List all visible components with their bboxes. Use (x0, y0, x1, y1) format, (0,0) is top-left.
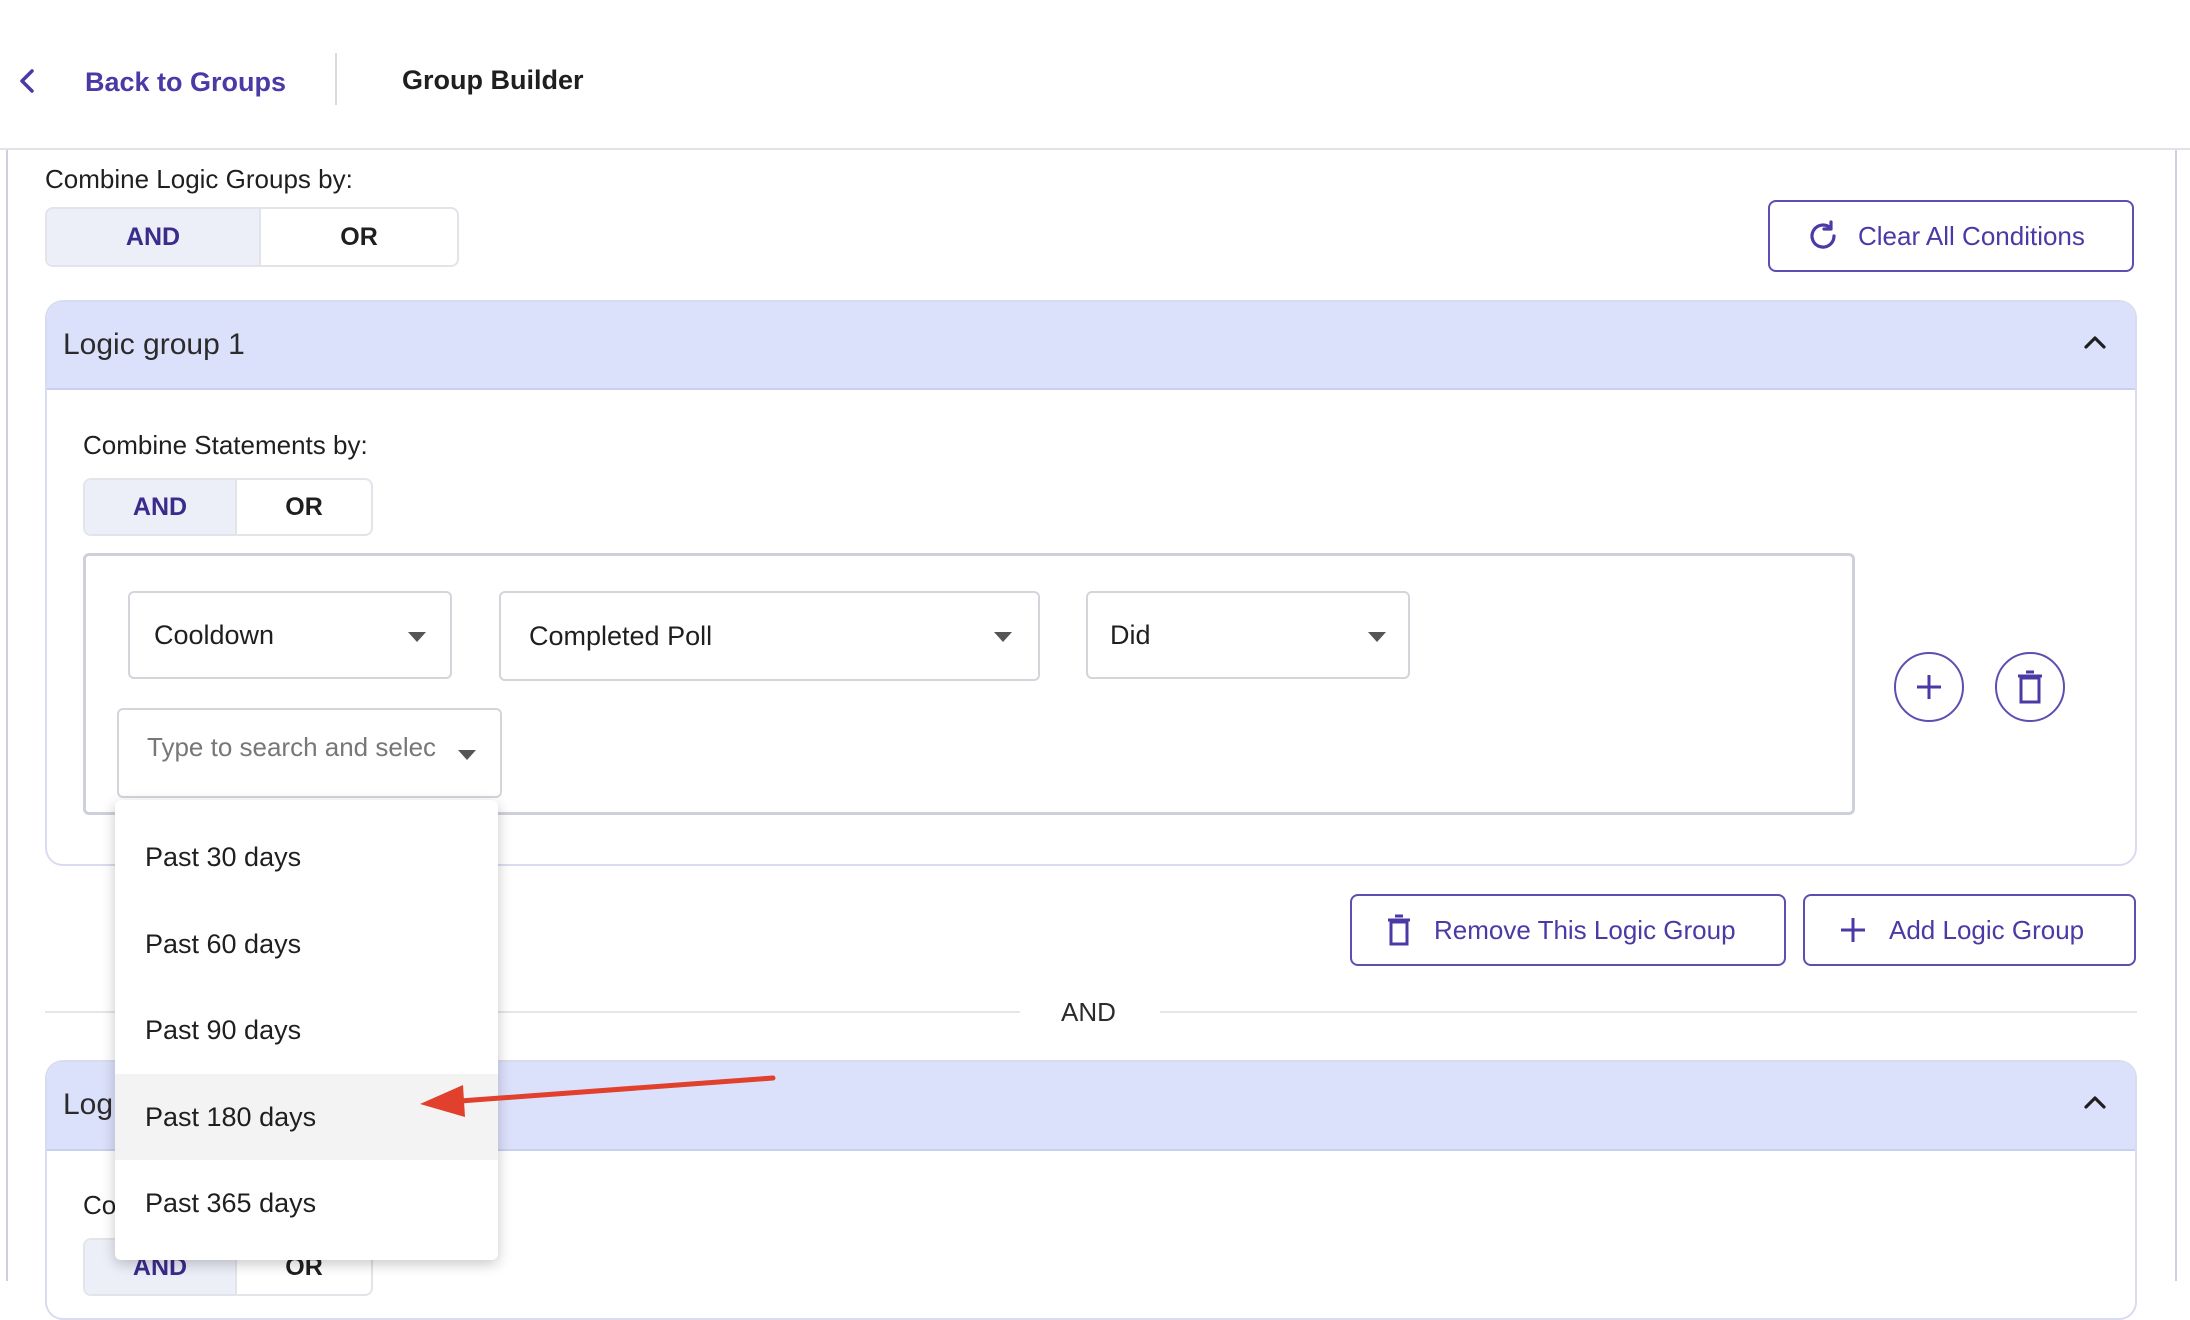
page-title: Group Builder (402, 65, 584, 95)
option-past-60-days[interactable]: Past 60 days (115, 901, 498, 987)
header-divider (335, 53, 337, 105)
cooldown-select[interactable]: Cooldown (128, 591, 452, 679)
did-select-value: Did (1110, 619, 1151, 650)
refresh-icon (1810, 220, 1836, 249)
combine-groups-and[interactable]: AND (47, 209, 259, 265)
back-to-groups-link[interactable]: Back to Groups (85, 67, 286, 98)
remove-logic-group-button[interactable]: Remove This Logic Group (1350, 894, 1786, 966)
caret-down-icon (994, 632, 1012, 642)
combine-groups-toggle: AND OR (45, 207, 459, 267)
time-range-dropdown: Past 30 days Past 60 days Past 90 days P… (115, 800, 498, 1260)
combine-statements-label: Combine Statements by: (83, 430, 368, 460)
logic-group-2-title: Log (63, 1088, 114, 1121)
event-select-value: Completed Poll (529, 620, 713, 651)
add-statement-button[interactable] (1894, 652, 1964, 722)
add-logic-group-label: Add Logic Group (1889, 914, 2085, 945)
option-past-90-days[interactable]: Past 90 days (115, 987, 498, 1073)
delete-statement-button[interactable] (1995, 652, 2065, 722)
combine-groups-label: Combine Logic Groups by: (45, 164, 353, 194)
plus-icon (1841, 918, 1865, 942)
time-range-search-input[interactable] (147, 732, 437, 763)
logic-group-2-combine-label: Co (83, 1190, 117, 1220)
logic-group-1-header[interactable]: Logic group 1 (47, 302, 2135, 390)
caret-down-icon (1368, 632, 1386, 642)
caret-down-icon (458, 750, 476, 760)
cooldown-select-value: Cooldown (154, 619, 275, 650)
trash-icon (1388, 914, 1410, 946)
option-past-30-days[interactable]: Past 30 days (115, 814, 498, 900)
logic-group-1-title: Logic group 1 (63, 328, 245, 361)
chevron-up-icon[interactable] (2081, 328, 2109, 356)
caret-down-icon (408, 632, 426, 642)
clear-all-conditions-button[interactable]: Clear All Conditions (1768, 200, 2134, 272)
option-past-365-days[interactable]: Past 365 days (115, 1160, 498, 1246)
trash-icon (2018, 670, 2042, 704)
event-select[interactable]: Completed Poll (499, 591, 1040, 681)
remove-logic-group-label: Remove This Logic Group (1434, 914, 1736, 945)
plus-icon (1917, 675, 1941, 699)
statement-row: Cooldown Completed Poll Did (83, 553, 1855, 815)
separator-line-right (1160, 1011, 2137, 1013)
combine-statements-and[interactable]: AND (85, 480, 235, 534)
add-logic-group-button[interactable]: Add Logic Group (1803, 894, 2136, 966)
combine-groups-or[interactable]: OR (259, 209, 457, 265)
top-bar: Back to Groups Group Builder (0, 7, 2190, 150)
chevron-left-icon[interactable] (14, 63, 42, 99)
did-select[interactable]: Did (1086, 591, 1410, 679)
option-past-180-days[interactable]: Past 180 days (115, 1074, 498, 1160)
clear-all-conditions-label: Clear All Conditions (1858, 220, 2085, 251)
combine-statements-or[interactable]: OR (235, 480, 371, 534)
groups-separator-label: AND (1061, 997, 1116, 1027)
combine-statements-toggle: AND OR (83, 478, 373, 536)
time-range-search[interactable] (117, 708, 502, 798)
chevron-up-icon[interactable] (2081, 1088, 2109, 1116)
logic-group-1: Logic group 1 Combine Statements by: AND… (45, 300, 2137, 866)
